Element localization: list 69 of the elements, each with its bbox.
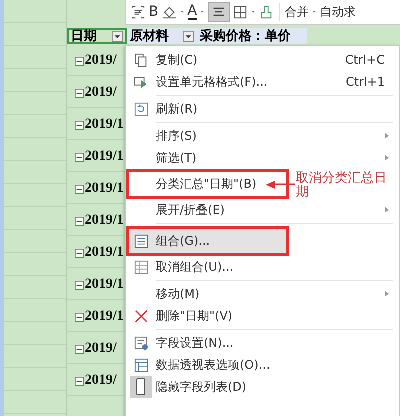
row-label[interactable]: 2019/1 (75, 277, 124, 293)
fill-bucket-icon[interactable] (162, 4, 177, 20)
ungroup-icon (134, 260, 148, 274)
row-label[interactable]: 2019/1 (75, 181, 124, 197)
group-icon (134, 234, 148, 248)
merge-button[interactable]: 合并 (285, 4, 310, 20)
submenu-arrow-icon (385, 291, 389, 297)
collapse-icon[interactable] (75, 312, 84, 322)
row-label[interactable]: 2019/1 (75, 213, 124, 229)
bold-button[interactable]: B (149, 4, 159, 20)
row-label[interactable]: 2019/1 (75, 309, 124, 325)
menu-item[interactable]: 分类汇总"日期"(B) (126, 169, 289, 199)
menu-item[interactable]: 设置单元格格式(F)... Ctrl+1 (126, 71, 399, 93)
menu-item[interactable]: 组合(G)... (126, 226, 289, 256)
format-cells-icon (134, 74, 148, 90)
collapse-icon[interactable] (75, 152, 84, 162)
menu-item[interactable]: 字段设置(N)... (126, 332, 399, 354)
font-color-button[interactable]: A (188, 4, 198, 20)
dropdown-icon[interactable] (112, 30, 123, 42)
menu-item[interactable]: 数据透视表选项(O)... (126, 354, 399, 376)
row-label[interactable]: 2019/1 (75, 149, 124, 165)
borders-icon[interactable] (233, 4, 248, 20)
submenu-arrow-icon (385, 155, 389, 161)
caret-icon[interactable] (251, 9, 256, 15)
format-painter-icon[interactable] (259, 4, 274, 20)
arrow-annotation (266, 180, 296, 190)
collapse-icon[interactable] (75, 120, 84, 130)
table-options-icon (134, 358, 148, 372)
menu-item[interactable]: 复制(C) Ctrl+C (126, 49, 399, 71)
dropdown-icon[interactable] (183, 30, 194, 42)
submenu-arrow-icon (385, 133, 389, 139)
menu-item[interactable]: 删除"日期"(V) (126, 305, 399, 327)
row-label[interactable]: 2019/ (75, 373, 117, 389)
collapse-icon[interactable] (75, 280, 84, 290)
menu-item[interactable]: 筛选(T) (126, 147, 399, 169)
collapse-icon[interactable] (75, 376, 84, 386)
align-button[interactable] (208, 2, 230, 22)
caret-icon[interactable] (180, 9, 185, 15)
submenu-arrow-icon (385, 207, 389, 213)
row-label[interactable]: 2019/ (75, 85, 117, 101)
menu-item[interactable]: 排序(S) (126, 125, 399, 147)
menu-item[interactable]: 展开/折叠(E) (126, 199, 399, 221)
collapse-icon[interactable] (75, 248, 84, 258)
wrap-text-icon[interactable] (131, 4, 146, 20)
caret-icon[interactable] (200, 9, 206, 15)
header-cell[interactable]: 原材料 (127, 28, 197, 44)
collapse-icon[interactable] (75, 184, 84, 194)
caret-icon[interactable] (312, 9, 318, 15)
collapse-icon[interactable] (75, 56, 84, 66)
row-label[interactable]: 2019/ (75, 53, 117, 69)
refresh-icon (134, 102, 148, 116)
delete-icon (134, 308, 148, 324)
header-cell[interactable]: 采购价格：单价 (197, 28, 307, 44)
field-settings-icon (134, 336, 148, 350)
row-label[interactable]: 2019/1 (75, 245, 124, 261)
phone-icon (130, 376, 152, 398)
row-label[interactable]: 2019/ (75, 341, 117, 357)
align-center-icon (212, 5, 226, 19)
collapse-icon[interactable] (75, 88, 84, 98)
menu-item[interactable]: 取消组合(U)... (126, 256, 399, 278)
copy-icon (134, 52, 148, 68)
autosum-button[interactable]: 自动求 (320, 4, 356, 20)
menu-item[interactable]: 刷新(R) (126, 98, 399, 120)
collapse-icon[interactable] (75, 216, 84, 226)
row-label[interactable]: 2019/1 (75, 117, 124, 133)
collapse-icon[interactable] (75, 344, 84, 354)
header-cell[interactable]: 日期 (67, 28, 127, 44)
menu-item[interactable]: 隐藏字段列表(D) (126, 376, 399, 398)
menu-item[interactable]: 移动(M) (126, 283, 399, 305)
